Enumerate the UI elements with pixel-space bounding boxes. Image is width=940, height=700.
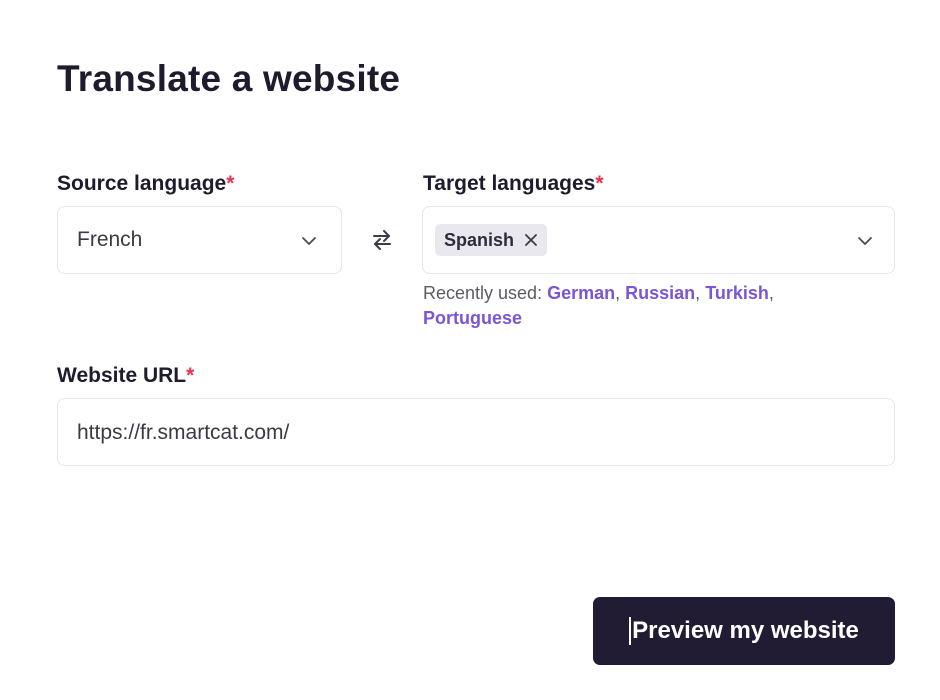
required-mark: * (186, 364, 195, 387)
preview-website-button[interactable]: Preview my website (593, 597, 895, 665)
website-url-label-text: Website URL (57, 364, 187, 387)
target-languages-label-text: Target languages (423, 172, 596, 195)
recent-language-portuguese[interactable]: Portuguese (423, 308, 522, 328)
required-mark: * (226, 172, 235, 195)
recent-language-russian[interactable]: Russian (625, 283, 695, 303)
required-mark: * (595, 172, 604, 195)
chevron-down-icon (858, 237, 872, 245)
swap-arrows-icon (373, 230, 391, 250)
source-language-label-text: Source language (57, 172, 227, 195)
text-cursor (629, 617, 632, 645)
selected-language-chip: Spanish (435, 224, 548, 256)
source-language-select[interactable]: French (57, 206, 342, 274)
translate-website-page: Translate a website Source language* Fre… (0, 0, 940, 700)
close-icon (525, 234, 537, 246)
swap-languages-button[interactable] (368, 224, 396, 256)
recently-used: Recently used: German, Russian, Turkish,… (423, 283, 774, 328)
recent-language-turkish[interactable]: Turkish (705, 283, 769, 303)
chip-label: Spanish (444, 229, 515, 250)
preview-website-button-label: Preview my website (632, 617, 859, 644)
source-language-value: French (77, 228, 143, 251)
chevron-down-icon (302, 237, 316, 245)
recent-language-german[interactable]: German (547, 283, 615, 303)
page-title: Translate a website (57, 58, 401, 99)
remove-chip-button[interactable] (524, 233, 538, 247)
website-url-label: Website URL* (57, 364, 194, 388)
recently-used-prefix: Recently used: (423, 283, 543, 303)
target-languages-label: Target languages* (423, 172, 604, 196)
website-url-field (57, 398, 895, 466)
source-language-label: Source language* (57, 172, 234, 196)
website-url-input[interactable] (77, 419, 867, 447)
target-languages-select[interactable]: Spanish (422, 206, 895, 274)
